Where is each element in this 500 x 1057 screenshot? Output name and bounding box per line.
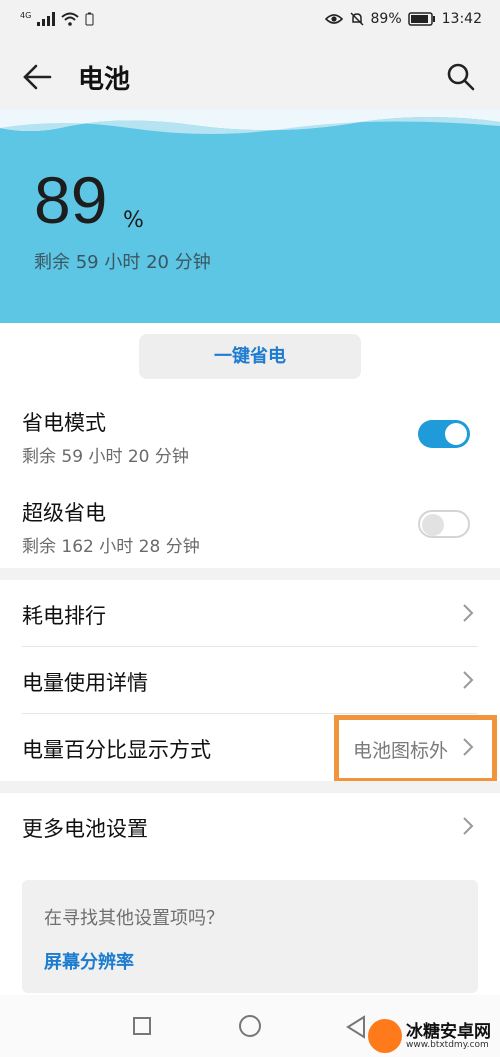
super-power-saving-row[interactable]: 超级省电 剩余 162 小时 28 分钟 xyxy=(0,485,500,565)
power-ranking-label: 耗电排行 xyxy=(22,604,106,628)
battery-small-icon xyxy=(85,12,94,26)
nav-back-icon[interactable] xyxy=(345,1015,367,1039)
battery-remaining-time: 剩余 59 小时 20 分钟 xyxy=(34,252,211,273)
eye-icon xyxy=(324,14,343,24)
more-battery-settings-row[interactable]: 更多电池设置 xyxy=(0,793,500,859)
battery-level: 89 xyxy=(34,163,108,237)
section-gap xyxy=(0,568,500,580)
signal-icon xyxy=(37,12,56,26)
suggestion-question: 在寻找其他设置项吗？ xyxy=(44,908,224,929)
power-usage-details-row[interactable]: 电量使用详情 xyxy=(0,647,500,713)
more-battery-settings-label: 更多电池设置 xyxy=(22,817,148,841)
page-title: 电池 xyxy=(78,65,131,95)
super-power-saving-title: 超级省电 xyxy=(22,501,106,525)
one-click-save-button[interactable]: 一键省电 xyxy=(139,334,361,379)
app-bar: 电池 xyxy=(0,42,500,110)
suggestion-link[interactable]: 屏幕分辨率 xyxy=(44,948,134,974)
suggestion-card: 在寻找其他设置项吗？ 屏幕分辨率 xyxy=(22,880,478,993)
recents-button[interactable] xyxy=(133,1017,151,1035)
battery-icon xyxy=(407,12,435,26)
highlight-box xyxy=(334,715,497,783)
status-bar-left: 4G xyxy=(20,11,94,26)
super-power-saving-toggle[interactable] xyxy=(418,510,470,538)
power-usage-details-label: 电量使用详情 xyxy=(22,671,148,695)
battery-level-unit: % xyxy=(123,208,144,233)
chevron-right-icon xyxy=(463,604,474,622)
battery-percentage-display-label: 电量百分比显示方式 xyxy=(22,738,211,762)
battery-percent: 89% xyxy=(370,11,402,27)
power-saving-mode-toggle[interactable] xyxy=(418,420,470,448)
chevron-right-icon xyxy=(463,671,474,689)
watermark-name: 冰糖安卓网 xyxy=(406,1022,491,1042)
section-gap xyxy=(0,781,500,793)
status-bar-right: 89% 13:42 xyxy=(324,11,482,27)
status-bar: 4G 89% 13:42 xyxy=(0,0,500,42)
watermark-url: www.btxtdmy.com xyxy=(406,1040,489,1050)
toggle-knob xyxy=(445,423,467,445)
mute-bell-icon xyxy=(349,12,364,26)
clock: 13:42 xyxy=(441,11,482,27)
power-saving-mode-title: 省电模式 xyxy=(22,411,106,435)
power-saving-mode-row[interactable]: 省电模式 剩余 59 小时 20 分钟 xyxy=(0,395,500,475)
watermark-logo xyxy=(368,1019,402,1053)
chevron-right-icon xyxy=(463,817,474,835)
search-icon[interactable] xyxy=(446,62,476,92)
power-ranking-row[interactable]: 耗电排行 xyxy=(0,580,500,646)
super-power-saving-subtitle: 剩余 162 小时 28 分钟 xyxy=(22,537,200,557)
battery-banner: 89 % 剩余 59 小时 20 分钟 xyxy=(0,110,500,323)
back-arrow-icon[interactable] xyxy=(22,62,52,92)
toggle-knob xyxy=(422,514,444,536)
home-button[interactable] xyxy=(239,1015,261,1037)
wifi-icon xyxy=(61,12,79,26)
wave-decoration xyxy=(0,110,500,134)
watermark: 冰糖安卓网 www.btxtdmy.com xyxy=(368,1017,500,1057)
power-saving-mode-subtitle: 剩余 59 小时 20 分钟 xyxy=(22,447,189,467)
network-type: 4G xyxy=(20,11,32,20)
